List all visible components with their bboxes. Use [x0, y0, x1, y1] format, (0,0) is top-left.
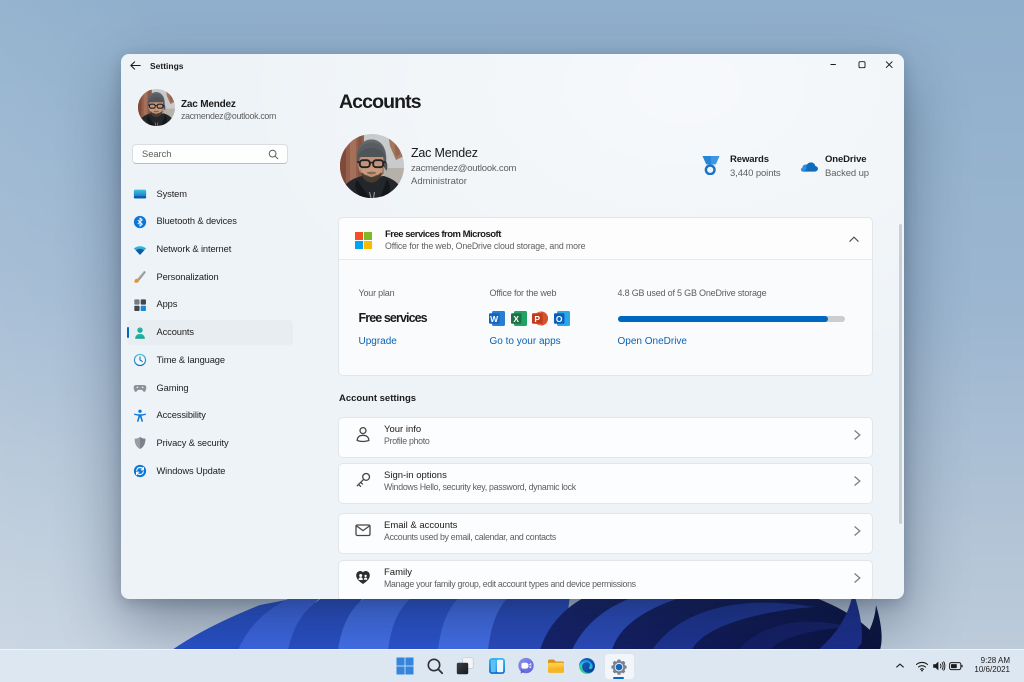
- svg-text:O: O: [555, 314, 562, 324]
- svg-text:X: X: [513, 314, 519, 324]
- svg-text:P: P: [534, 314, 540, 324]
- svg-text:W: W: [490, 314, 499, 324]
